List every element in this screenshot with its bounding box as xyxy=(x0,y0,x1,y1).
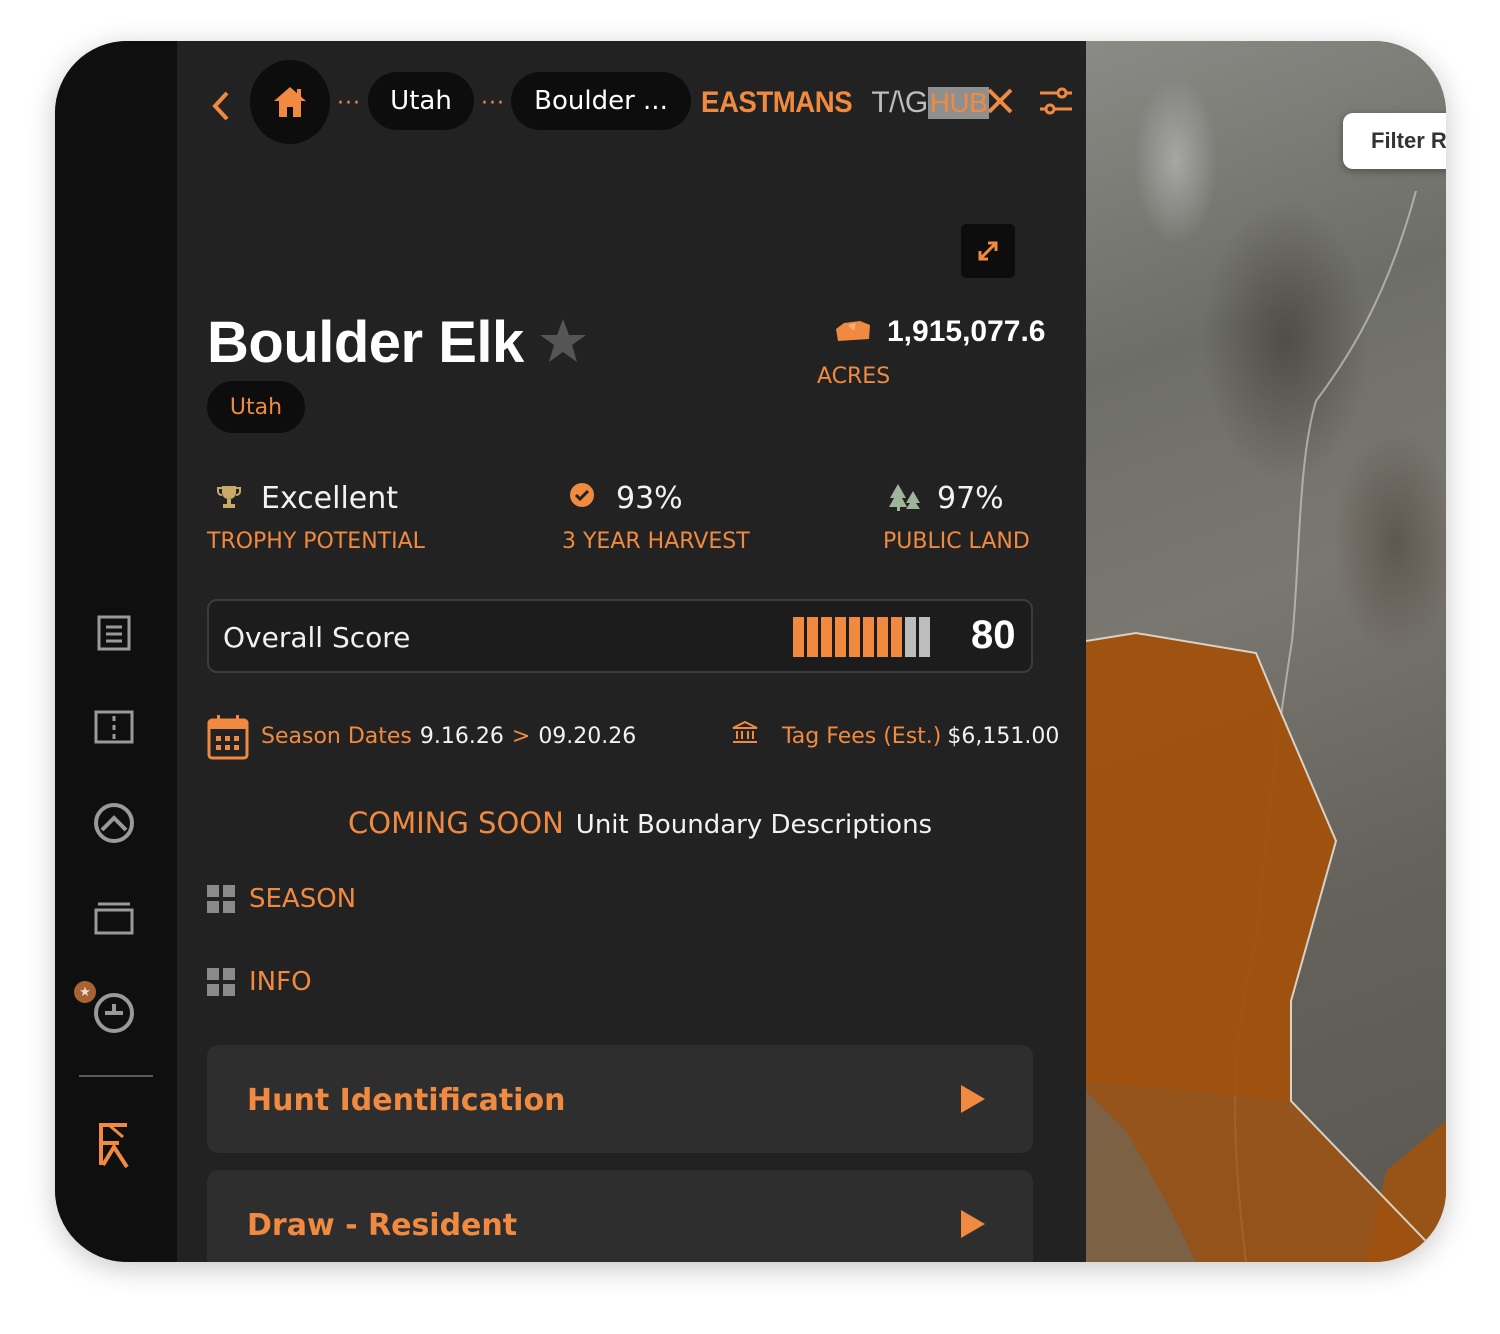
score-segment xyxy=(821,617,832,657)
score-segment xyxy=(905,617,916,657)
expand-icon xyxy=(978,241,998,261)
section-season[interactable]: SEASON xyxy=(207,884,356,914)
left-rail: ★ xyxy=(55,41,177,1262)
sliders-icon xyxy=(1040,87,1072,115)
brand-tag-text: T/\G xyxy=(871,86,928,119)
expand-button[interactable] xyxy=(961,224,1015,278)
brand-hub-text: HUB xyxy=(927,87,990,119)
season-start: 9.16.26 xyxy=(419,724,504,749)
accordion-draw-resident[interactable]: Draw - Resident xyxy=(207,1170,1033,1262)
trophy-potential-label: TROPHY POTENTIAL xyxy=(207,529,425,554)
unit-title: Boulder Elk xyxy=(207,310,524,375)
map-layers-icon[interactable] xyxy=(92,705,136,749)
overall-score-box: Overall Score 80 xyxy=(207,599,1033,673)
accordion-hunt-identification[interactable]: Hunt Identification xyxy=(207,1045,1033,1153)
calendar-icon xyxy=(207,715,249,760)
eastmans-logo-icon[interactable] xyxy=(92,1123,136,1169)
score-segment xyxy=(891,617,902,657)
tag-fees-label: Tag Fees (Est.) xyxy=(782,724,942,749)
history-icon[interactable] xyxy=(92,991,136,1035)
brand-text: EASTMANS xyxy=(701,86,853,119)
season-dates: Season Dates 9.16.26 > 09.20.26 xyxy=(261,724,636,749)
play-arrow-icon xyxy=(961,1085,985,1113)
trophy-potential-value: Excellent xyxy=(261,481,399,516)
favorite-button[interactable] xyxy=(538,316,588,366)
rail-divider xyxy=(79,1075,153,1077)
harvest-value: 93% xyxy=(616,481,683,516)
score-segment xyxy=(919,617,930,657)
settings-button[interactable] xyxy=(1038,83,1074,119)
breadcrumb-state[interactable]: Utah xyxy=(368,72,474,130)
season-dates-label: Season Dates xyxy=(261,724,412,749)
score-segment xyxy=(835,617,846,657)
acres-label: ACRES xyxy=(817,364,891,389)
grid-icon xyxy=(207,968,235,996)
eastmans-taghub-logo: EASTMANS T/\G HUB xyxy=(701,83,990,123)
public-land-label: PUBLIC LAND xyxy=(883,529,1030,554)
coming-soon-tag: COMING SOON xyxy=(348,806,564,840)
acres-value: 1,915,077.6 xyxy=(887,315,1046,348)
score-segment xyxy=(793,617,804,657)
filter-button[interactable]: Filter R xyxy=(1343,113,1446,169)
folder-icon[interactable] xyxy=(92,896,136,940)
season-separator: > xyxy=(511,724,531,749)
compass-icon[interactable] xyxy=(92,801,136,845)
season-end: 09.20.26 xyxy=(538,724,637,749)
app-window: ★ Filter R ··· Utah ··· Boulder ... EAST… xyxy=(55,41,1446,1262)
grid-icon xyxy=(207,885,235,913)
accordion-label: Draw - Resident xyxy=(247,1208,518,1243)
unit-shape-icon xyxy=(836,321,870,341)
bank-icon xyxy=(732,721,758,743)
close-button[interactable] xyxy=(984,85,1016,117)
back-button[interactable] xyxy=(205,89,239,123)
section-info[interactable]: INFO xyxy=(207,967,312,997)
score-segment xyxy=(863,617,874,657)
home-icon xyxy=(274,87,306,117)
coming-soon-banner: COMING SOON Unit Boundary Descriptions xyxy=(348,806,932,840)
play-arrow-icon xyxy=(961,1210,985,1238)
trophy-icon xyxy=(217,486,241,508)
home-button[interactable] xyxy=(250,60,330,144)
tag-fees-value: $6,151.00 xyxy=(947,724,1060,749)
map-view[interactable] xyxy=(1086,41,1446,1262)
accordion-label: Hunt Identification xyxy=(247,1083,566,1118)
tag-fees: Tag Fees (Est.) $6,151.00 xyxy=(782,724,1059,749)
score-segment xyxy=(849,617,860,657)
overall-score-value: 80 xyxy=(971,613,1016,657)
section-season-label: SEASON xyxy=(249,884,357,914)
close-icon xyxy=(987,88,1013,114)
check-circle-icon xyxy=(570,483,594,507)
state-tag[interactable]: Utah xyxy=(207,381,305,433)
breadcrumb-unit[interactable]: Boulder ... xyxy=(511,72,691,130)
public-land-value: 97% xyxy=(937,481,1004,516)
trees-icon xyxy=(889,484,920,511)
breadcrumb-ellipsis[interactable]: ··· xyxy=(481,91,505,116)
overall-score-label: Overall Score xyxy=(223,621,411,654)
breadcrumb-ellipsis[interactable]: ··· xyxy=(337,91,361,116)
score-bar xyxy=(793,617,930,657)
chevron-left-icon xyxy=(212,91,229,121)
score-segment xyxy=(877,617,888,657)
score-segment xyxy=(807,617,818,657)
notes-icon[interactable] xyxy=(92,611,136,655)
harvest-label: 3 YEAR HARVEST xyxy=(562,529,750,554)
section-info-label: INFO xyxy=(249,967,312,997)
coming-soon-text: Unit Boundary Descriptions xyxy=(575,810,933,840)
star-icon xyxy=(540,319,586,362)
